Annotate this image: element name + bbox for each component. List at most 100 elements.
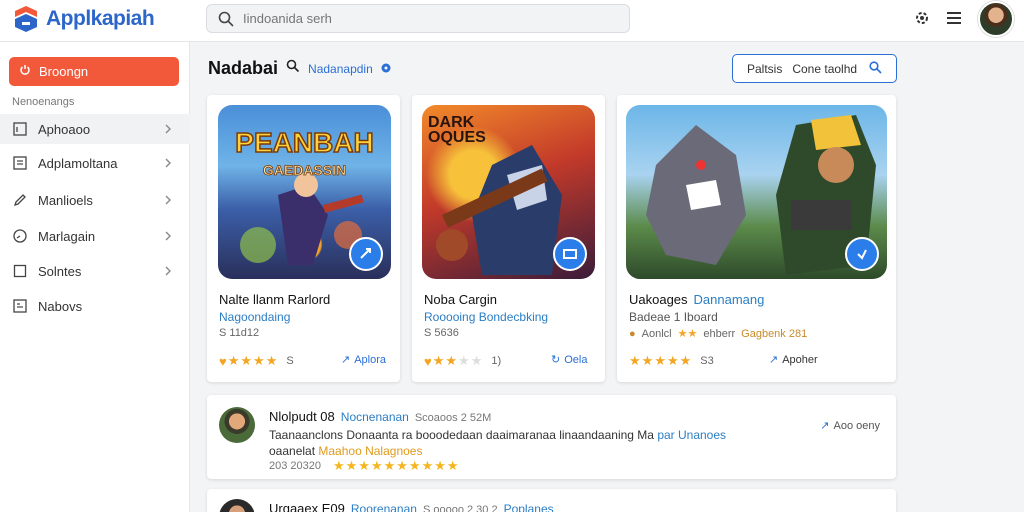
play-badge-icon[interactable] xyxy=(349,237,383,271)
chart-icon xyxy=(12,155,28,171)
heart-icon: ♥ xyxy=(219,353,227,369)
user-avatar[interactable] xyxy=(978,1,1014,37)
box-icon xyxy=(12,263,28,279)
game-card[interactable]: DARK OQUES Noba Cargin Rooooing Bondecbk… xyxy=(412,95,605,382)
card-subtitle: Nagoondaing xyxy=(219,310,291,324)
star-icon: ★ xyxy=(265,353,278,368)
card-action-label: Apoher xyxy=(782,353,818,366)
card-action-link[interactable]: ↻ Oela xyxy=(551,353,587,367)
window-icon xyxy=(12,121,28,137)
rating-stars: ★ ★ ★ ★ ★ S3 xyxy=(629,353,714,369)
card-title: Uakoages xyxy=(629,292,688,307)
chevron-right-icon xyxy=(164,193,176,207)
sidebar-item-2[interactable]: Manlioels xyxy=(0,185,190,215)
share-icon: ↗ xyxy=(341,354,351,366)
search-bar[interactable] xyxy=(206,4,630,33)
star-icon: ★ xyxy=(240,353,253,368)
game-thumbnail[interactable] xyxy=(626,105,887,279)
review-highlight: par Unanoes xyxy=(657,428,727,442)
sidebar-item-1[interactable]: Adplamoltana xyxy=(0,148,190,178)
review-header: Urgaaex E09 Roorenanan S ooooo 2 30 2 Po… xyxy=(269,501,554,512)
card-title-tag: Dannamang xyxy=(693,292,765,307)
sidebar-section-label: Nenoenangs xyxy=(12,96,75,108)
pencil-icon xyxy=(12,192,28,208)
sidebar: Broongn Nenoenangs Aphoaoo Adplamoltana … xyxy=(0,42,190,512)
title-link[interactable]: Nadanapdin xyxy=(308,62,373,76)
game-card[interactable]: PEANBAH GAEDASSIN Nalte llanm Rarlord Na… xyxy=(207,95,400,382)
coin-icon: ● xyxy=(629,327,636,340)
review-action-link[interactable]: ↗ Aoo oeny xyxy=(820,419,880,433)
card-meta: S 11d12 xyxy=(219,327,260,339)
card-meta-c: Gagbenk 281 xyxy=(741,327,808,340)
card-meta-b: ehberr xyxy=(703,327,736,340)
heart-icon: ♥ xyxy=(424,353,432,369)
reviewer-role: Nocnenanan xyxy=(340,410,409,424)
app-logo[interactable]: Applkapiah xyxy=(12,5,155,33)
star-empty-icon: ★ xyxy=(470,353,483,368)
sidebar-item-0[interactable]: Aphoaoo xyxy=(0,114,190,144)
play-badge-icon[interactable] xyxy=(553,237,587,271)
card-action-link[interactable]: ↗ Aplora xyxy=(341,353,387,367)
review-body: Taanaanclons Donaanta ra booodedaan daai… xyxy=(269,428,726,442)
review-meta: 203 20320 ★★★★★★★★★★ xyxy=(269,458,460,474)
rating-count: 1) xyxy=(491,355,502,367)
thumbnail-title: DARK OQUES xyxy=(428,114,486,146)
sidebar-item-label: Manlioels xyxy=(38,192,93,208)
search-input[interactable] xyxy=(243,11,623,26)
rating-stars: ♥ ★ ★ ★ ★ S xyxy=(219,353,294,369)
chevron-right-icon xyxy=(164,229,176,243)
card-meta: S 5636 xyxy=(424,327,459,339)
sidebar-item-3[interactable]: Marlagain xyxy=(0,221,190,251)
rating-count: S xyxy=(286,355,294,367)
review-item[interactable]: Nlolpudt 08 Nocnenanan Scoaoos 2 52M Taa… xyxy=(207,395,896,479)
game-thumbnail[interactable]: DARK OQUES xyxy=(422,105,595,279)
star-icon: ★ xyxy=(227,353,240,368)
thumbnail-title: PEANBAH xyxy=(235,126,375,159)
game-card[interactable]: Uakoages Dannamang Badeae 1 Iboard ● Aon… xyxy=(617,95,896,382)
reviewer-name: Nlolpudt 08 xyxy=(269,409,335,424)
search-icon xyxy=(869,60,882,77)
review-text: oaanelat xyxy=(269,444,316,458)
play-badge-icon[interactable] xyxy=(845,237,879,271)
sidebar-item-4[interactable]: Solntes xyxy=(0,256,190,286)
create-button-label: Paltsis Cone taolhd xyxy=(747,61,858,76)
card-action-label: Aplora xyxy=(354,353,387,366)
sidebar-item-5[interactable]: Nabovs xyxy=(0,291,190,321)
create-button[interactable]: Paltsis Cone taolhd xyxy=(732,54,897,83)
star-icon: ★★ xyxy=(677,328,698,340)
primary-nav-button[interactable]: Broongn xyxy=(9,57,179,86)
card-title: Nalte llanm Rarlord xyxy=(219,292,331,307)
review-tag: Poplanes xyxy=(503,502,554,512)
reviewer-role: Roorenanan xyxy=(350,502,417,512)
chevron-right-icon xyxy=(164,156,176,170)
card-action-link[interactable]: ↗ Apoher xyxy=(769,353,818,367)
card-meta-a: Aonlcl xyxy=(641,327,672,340)
power-icon xyxy=(19,64,31,79)
refresh-icon: ↻ xyxy=(551,354,561,366)
app-name: Applkapiah xyxy=(46,7,155,30)
thumbnail-subtitle: GAEDASSIN xyxy=(262,162,347,179)
star-icon: ★ xyxy=(654,353,666,368)
share-icon: ↗ xyxy=(820,420,830,432)
star-icon: ★ xyxy=(629,353,641,368)
sidebar-item-label: Aphoaoo xyxy=(38,121,91,137)
review-item[interactable]: Urgaaex E09 Roorenanan S ooooo 2 30 2 Po… xyxy=(207,489,896,512)
settings-icon[interactable] xyxy=(912,8,932,28)
sidebar-item-label: Marlagain xyxy=(38,228,96,244)
rating-count: S3 xyxy=(700,355,714,367)
review-date: Scoaoos 2 52M xyxy=(414,412,492,424)
game-thumbnail[interactable]: PEANBAH GAEDASSIN xyxy=(218,105,391,279)
sidebar-item-label: Nabovs xyxy=(38,298,83,314)
review-date: S ooooo 2 30 2 xyxy=(422,504,498,512)
star-icon: ★ xyxy=(432,353,445,368)
card-title: Noba Cargin xyxy=(424,292,497,307)
menu-icon[interactable] xyxy=(945,8,965,28)
reviewer-name: Urgaaex E09 xyxy=(269,501,345,512)
card-subtitle: Rooooing Bondecbking xyxy=(424,310,549,324)
reviewer-avatar xyxy=(219,407,255,443)
list-icon xyxy=(12,298,28,314)
sidebar-item-label: Adplamoltana xyxy=(38,155,118,171)
info-icon xyxy=(381,60,391,78)
star-icon: ★ xyxy=(641,353,654,368)
logo-mark-icon xyxy=(12,5,40,33)
